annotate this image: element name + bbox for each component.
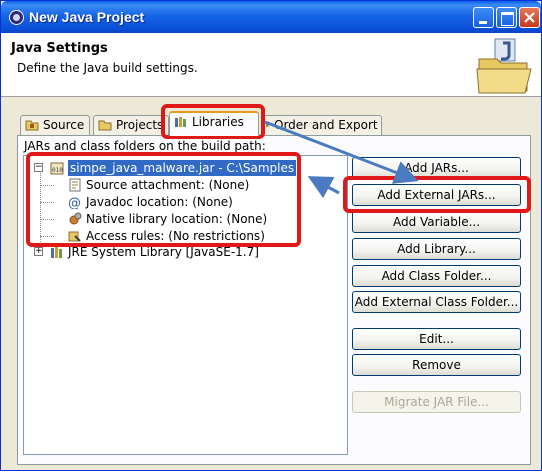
tab-order-export[interactable]: Order and Export bbox=[261, 115, 382, 135]
tab-projects[interactable]: Projects bbox=[93, 115, 169, 135]
new-java-project-window: New Java Project Java Settings Define th… bbox=[0, 0, 542, 471]
page-title: Java Settings bbox=[11, 41, 108, 56]
close-icon bbox=[524, 12, 535, 23]
tab-libraries[interactable]: Libraries bbox=[169, 111, 259, 136]
add-external-class-folder-button[interactable]: Add External Class Folder... bbox=[352, 291, 521, 313]
wizard-header: Java Settings Define the Java build sett… bbox=[1, 33, 541, 97]
libraries-icon bbox=[51, 247, 62, 258]
highlight-add-external-jars bbox=[343, 176, 531, 213]
add-variable-button[interactable]: Add Variable... bbox=[352, 211, 521, 233]
expand-toggle[interactable]: + bbox=[34, 247, 43, 256]
libraries-icon bbox=[175, 117, 186, 127]
add-library-button[interactable]: Add Library... bbox=[352, 238, 521, 260]
close-button[interactable] bbox=[519, 7, 540, 28]
maximize-button[interactable] bbox=[496, 7, 517, 28]
remove-button[interactable]: Remove bbox=[352, 354, 521, 376]
tab-projects-label: Projects bbox=[116, 118, 164, 132]
order-export-icon bbox=[266, 123, 269, 127]
build-path-label: JARs and class folders on the build path… bbox=[24, 139, 266, 153]
projects-folder-icon bbox=[98, 120, 112, 131]
tab-libraries-label: Libraries bbox=[192, 115, 244, 129]
java-project-folder-icon bbox=[476, 38, 532, 94]
tab-source-label: Source bbox=[43, 118, 85, 132]
highlight-jar-tree bbox=[26, 152, 301, 247]
migrate-jar-button[interactable]: Migrate JAR File... bbox=[352, 391, 521, 413]
add-class-folder-button[interactable]: Add Class Folder... bbox=[352, 265, 521, 287]
tab-order-export-label: Order and Export bbox=[274, 118, 378, 132]
edit-button[interactable]: Edit... bbox=[352, 328, 521, 350]
source-folder-icon bbox=[25, 120, 39, 131]
eclipse-icon bbox=[9, 10, 24, 25]
window-title: New Java Project bbox=[29, 9, 145, 25]
minimize-button[interactable] bbox=[473, 7, 494, 28]
tab-source[interactable]: Source bbox=[20, 115, 90, 135]
page-description: Define the Java build settings. bbox=[17, 61, 198, 75]
title-bar[interactable]: New Java Project bbox=[1, 1, 541, 33]
